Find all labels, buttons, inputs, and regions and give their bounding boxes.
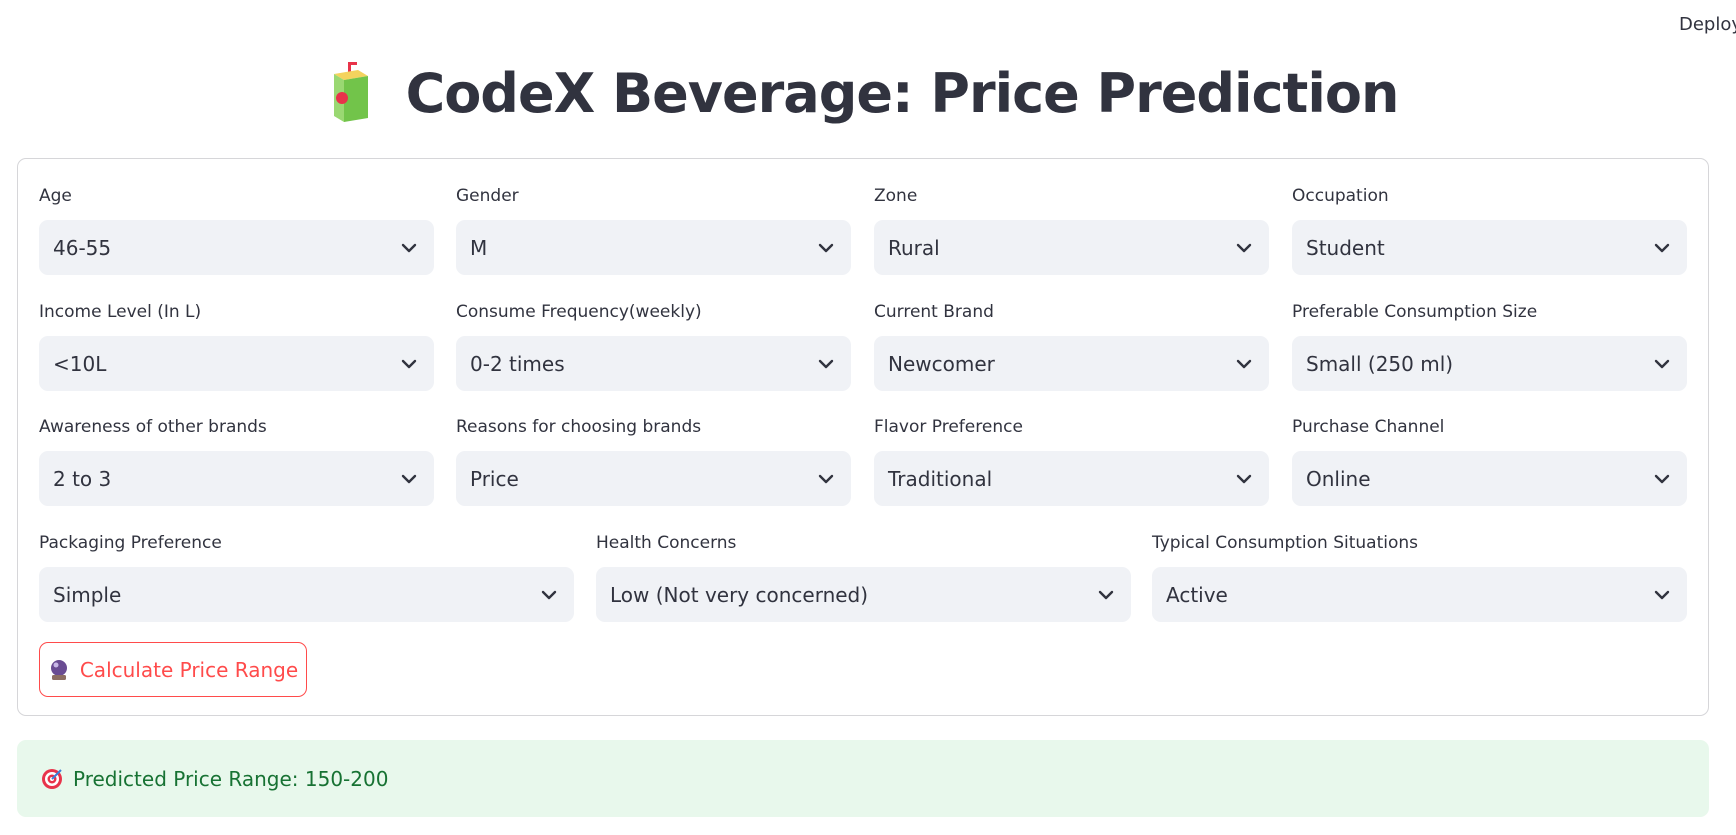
consumption-situations-select[interactable]: Active <box>1152 567 1687 622</box>
prediction-result-alert: Predicted Price Range: 150-200 <box>17 740 1709 817</box>
field-label: Current Brand <box>874 302 994 322</box>
field-consumption-size: Preferable Consumption Size Small (250 m… <box>1292 300 1687 391</box>
field-gender: Gender M <box>456 184 851 275</box>
field-brand-awareness: Awareness of other brands 2 to 3 <box>39 415 434 506</box>
occupation-select[interactable]: Student <box>1292 220 1687 275</box>
page-title-text: CodeX Beverage: Price Prediction <box>405 61 1400 125</box>
select-value: Low (Not very concerned) <box>610 582 869 607</box>
zone-select[interactable]: Rural <box>874 220 1269 275</box>
chevron-down-icon <box>1654 359 1670 368</box>
field-label: Zone <box>874 186 918 206</box>
select-value: Active <box>1166 582 1228 607</box>
chevron-down-icon <box>818 359 834 368</box>
field-packaging-preference: Packaging Preference Simple <box>39 531 574 622</box>
gender-select[interactable]: M <box>456 220 851 275</box>
chevron-down-icon <box>1098 590 1114 599</box>
current-brand-select[interactable]: Newcomer <box>874 336 1269 391</box>
consume-frequency-select[interactable]: 0-2 times <box>456 336 851 391</box>
select-value: Price <box>470 466 519 491</box>
field-purchase-channel: Purchase Channel Online <box>1292 415 1687 506</box>
page-title: CodeX Beverage: Price Prediction <box>0 60 1736 126</box>
select-value: M <box>470 235 488 260</box>
chevron-down-icon <box>401 243 417 252</box>
deploy-button[interactable]: Deploy <box>1679 14 1736 35</box>
field-flavor-preference: Flavor Preference Traditional <box>874 415 1269 506</box>
brand-reasons-select[interactable]: Price <box>456 451 851 506</box>
crystal-ball-icon <box>50 659 67 680</box>
select-value: Traditional <box>888 466 993 491</box>
field-label: Income Level (In L) <box>39 302 202 322</box>
field-label: Consume Frequency(weekly) <box>456 302 702 322</box>
select-value: Student <box>1306 235 1385 260</box>
field-label: Occupation <box>1292 186 1389 206</box>
prediction-result-text: Predicted Price Range: 150-200 <box>73 766 389 791</box>
chevron-down-icon <box>401 359 417 368</box>
income-level-select[interactable]: <10L <box>39 336 434 391</box>
select-value: Simple <box>53 582 122 607</box>
chevron-down-icon <box>1654 243 1670 252</box>
chevron-down-icon <box>818 474 834 483</box>
select-value: Online <box>1306 466 1371 491</box>
field-label: Health Concerns <box>596 533 737 553</box>
field-label: Purchase Channel <box>1292 417 1445 437</box>
field-label: Age <box>39 186 72 206</box>
select-value: 2 to 3 <box>53 466 112 491</box>
target-icon <box>42 768 62 789</box>
purchase-channel-select[interactable]: Online <box>1292 451 1687 506</box>
select-value: Rural <box>888 235 940 260</box>
consumption-size-select[interactable]: Small (250 ml) <box>1292 336 1687 391</box>
field-label: Reasons for choosing brands <box>456 417 702 437</box>
field-label: Packaging Preference <box>39 533 222 553</box>
field-occupation: Occupation Student <box>1292 184 1687 275</box>
select-value: 0-2 times <box>470 351 565 376</box>
field-brand-reasons: Reasons for choosing brands Price <box>456 415 851 506</box>
field-income-level: Income Level (In L) <10L <box>39 300 434 391</box>
select-value: <10L <box>53 351 107 376</box>
field-consume-frequency: Consume Frequency(weekly) 0-2 times <box>456 300 851 391</box>
chevron-down-icon <box>401 474 417 483</box>
health-concerns-select[interactable]: Low (Not very concerned) <box>596 567 1131 622</box>
select-value: Small (250 ml) <box>1306 351 1454 376</box>
chevron-down-icon <box>1236 243 1252 252</box>
select-value: Newcomer <box>888 351 995 376</box>
field-zone: Zone Rural <box>874 184 1269 275</box>
chevron-down-icon <box>1236 359 1252 368</box>
flavor-preference-select[interactable]: Traditional <box>874 451 1269 506</box>
chevron-down-icon <box>1654 474 1670 483</box>
field-age: Age 46-55 <box>39 184 434 275</box>
field-current-brand: Current Brand Newcomer <box>874 300 1269 391</box>
field-health-concerns: Health Concerns Low (Not very concerned) <box>596 531 1131 622</box>
brand-awareness-select[interactable]: 2 to 3 <box>39 451 434 506</box>
calculate-button-label: Calculate Price Range <box>79 657 299 682</box>
field-consumption-situations: Typical Consumption Situations Active <box>1152 531 1687 622</box>
beverage-carton-icon <box>333 62 368 122</box>
chevron-down-icon <box>1236 474 1252 483</box>
age-select[interactable]: 46-55 <box>39 220 434 275</box>
chevron-down-icon <box>818 243 834 252</box>
chevron-down-icon <box>541 590 557 599</box>
field-label: Awareness of other brands <box>39 417 267 437</box>
field-label: Gender <box>456 186 519 206</box>
field-label: Flavor Preference <box>874 417 1023 437</box>
chevron-down-icon <box>1654 590 1670 599</box>
field-label: Typical Consumption Situations <box>1152 533 1418 553</box>
packaging-preference-select[interactable]: Simple <box>39 567 574 622</box>
calculate-price-range-button[interactable]: Calculate Price Range <box>39 642 307 697</box>
select-value: 46-55 <box>53 235 112 260</box>
field-label: Preferable Consumption Size <box>1292 302 1538 322</box>
